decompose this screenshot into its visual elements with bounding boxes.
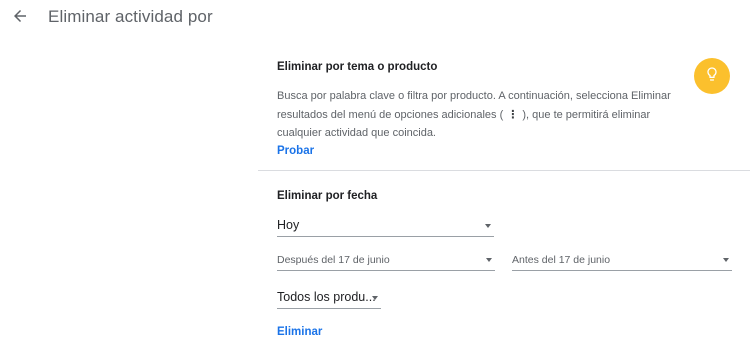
date-range-value: Hoy — [277, 218, 300, 232]
before-date-select[interactable]: Antes del 17 de junio — [512, 250, 732, 271]
delete-link[interactable]: Eliminar — [277, 326, 322, 338]
product-select[interactable]: Todos los produ... — [277, 286, 381, 309]
dropdown-arrow-icon — [372, 296, 378, 300]
topic-section-title: Eliminar por tema o producto — [277, 61, 438, 73]
date-section-title: Eliminar por fecha — [277, 190, 378, 202]
dropdown-arrow-icon — [485, 224, 491, 228]
dropdown-arrow-icon — [486, 258, 492, 262]
section-divider — [258, 170, 750, 171]
before-date-value: Antes del 17 de junio — [512, 254, 611, 266]
more-vert-icon: ⋮ — [507, 108, 519, 121]
page: Eliminar actividad por Eliminar por tema… — [0, 0, 750, 362]
after-date-select[interactable]: Después del 17 de junio — [277, 250, 495, 271]
topic-section-description: Busca por palabra clave o filtra por pro… — [277, 87, 697, 143]
arrow-back-icon — [11, 7, 29, 30]
page-title: Eliminar actividad por — [48, 7, 213, 26]
date-range-select[interactable]: Hoy — [277, 214, 494, 237]
tip-badge — [694, 58, 730, 94]
dropdown-arrow-icon — [723, 258, 729, 262]
lightbulb-icon — [704, 66, 720, 87]
back-button[interactable] — [6, 4, 34, 32]
after-date-value: Después del 17 de junio — [277, 254, 390, 266]
product-value: Todos los produ... — [277, 290, 376, 304]
try-link[interactable]: Probar — [277, 145, 314, 157]
